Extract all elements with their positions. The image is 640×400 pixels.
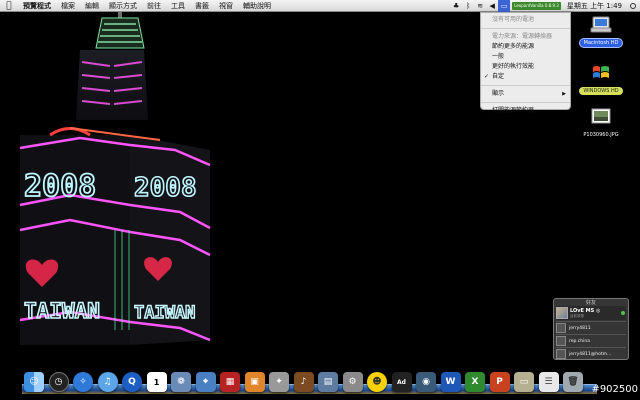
hard-drive-icon bbox=[590, 16, 612, 33]
contact-avatar bbox=[556, 336, 566, 346]
menu-window[interactable]: 視窗 bbox=[214, 0, 238, 12]
watermark: #902500 bbox=[591, 384, 638, 395]
contact-row[interactable]: jerry4811 bbox=[556, 321, 626, 334]
menu-separator bbox=[481, 28, 570, 29]
itunes-icon[interactable]: ♫ bbox=[97, 372, 118, 392]
contact-row[interactable]: rep.china bbox=[556, 334, 626, 347]
menu-bookmarks[interactable]: 書籤 bbox=[190, 0, 214, 12]
iphoto-icon[interactable]: ❁ bbox=[171, 372, 191, 392]
finder-icon[interactable]: ☺ bbox=[24, 372, 44, 392]
contact-avatar bbox=[556, 349, 566, 359]
windows-logo-icon bbox=[593, 66, 609, 78]
menu-separator bbox=[481, 85, 570, 86]
battery-dropdown-menu: 沒有可用的電池 電力來源：電源轉換器 節約更多的能源 一般 更好的執行效能 ✓ 自… bbox=[480, 12, 571, 114]
menu-item-better-battery[interactable]: 節約更多的能源 bbox=[481, 42, 570, 52]
menu-view[interactable]: 顯示方式 bbox=[104, 0, 142, 12]
checkmark-icon: ✓ bbox=[484, 73, 490, 80]
messenger-icon[interactable]: ☻ bbox=[367, 372, 387, 392]
tray-badge[interactable]: LeopardVanilla 0.8.9.3 bbox=[512, 2, 561, 10]
user-name: LOvE MS ◎ bbox=[570, 307, 601, 314]
volume-icon[interactable]: ◀ bbox=[486, 0, 498, 12]
powerpoint-icon[interactable]: P bbox=[489, 372, 510, 392]
contact-avatar bbox=[556, 323, 566, 333]
desktop-icon-jpg-file[interactable]: P1030960.JPG bbox=[574, 108, 628, 138]
submenu-arrow-icon: ▶ bbox=[562, 91, 566, 97]
photo-booth-icon[interactable]: ▦ bbox=[220, 372, 240, 392]
current-user[interactable]: LOvE MS ◎ 目前狀態 bbox=[556, 306, 626, 320]
menu-item-power-source: 電力來源：電源轉換器 bbox=[492, 33, 553, 40]
spotlight-icon[interactable] bbox=[626, 0, 640, 12]
battery-icon[interactable]: ▭ bbox=[498, 0, 511, 12]
menu-item-custom[interactable]: ✓ 自定 bbox=[481, 72, 570, 82]
contact-name: rep.china bbox=[569, 338, 590, 344]
camera-icon[interactable]: ◉ bbox=[416, 372, 436, 392]
desktop-label-windows-hd: WINDOWS HD bbox=[579, 87, 623, 95]
menu-clock[interactable]: 星期五 上午 1:49 bbox=[563, 0, 626, 12]
messenger-buddy-panel: 好友 LOvE MS ◎ 目前狀態 jerry4811 rep.china je… bbox=[553, 298, 629, 360]
adium-icon[interactable]: Ad bbox=[391, 372, 412, 392]
desktop-icon-macintosh-hd[interactable]: Macintosh HD bbox=[574, 16, 628, 48]
sign-country-left: TAIWAN bbox=[24, 299, 100, 323]
excel-icon[interactable]: X bbox=[465, 372, 485, 392]
trash-icon[interactable]: 🗑 bbox=[563, 372, 583, 392]
sign-country-right: TAIWAN bbox=[134, 303, 195, 323]
menu-item-show[interactable]: 顯示 ▶ bbox=[481, 89, 570, 99]
safari-icon[interactable]: ✧ bbox=[73, 372, 93, 392]
spaces-icon[interactable]: ▤ bbox=[318, 372, 338, 392]
online-status-icon bbox=[621, 311, 625, 315]
contact-row[interactable]: jerry4811@hotm... bbox=[556, 347, 626, 360]
garageband-icon[interactable]: ♪ bbox=[293, 372, 314, 392]
sign-year-left: 2008 bbox=[24, 169, 96, 204]
menu-item-open-energy-saver[interactable]: 打開能源節約器… bbox=[481, 106, 570, 116]
dock: ☺ ◷ ✧ ♫ Q 1 ❁ ⌖ ▦ ▣ ✦ ♪ ▤ ⚙ ☻ Ad ◉ W X P… bbox=[24, 366, 604, 392]
menu-item-better-performance[interactable]: 更好的執行效能 bbox=[481, 62, 570, 72]
contact-name: jerry4811@hotm... bbox=[569, 351, 612, 357]
word-icon[interactable]: W bbox=[440, 372, 461, 392]
menu-separator bbox=[481, 102, 570, 103]
avatar bbox=[556, 307, 568, 319]
quicktime-icon[interactable]: Q bbox=[122, 372, 142, 392]
dashboard-icon[interactable]: ◷ bbox=[48, 372, 69, 392]
wifi-icon[interactable]: ≋ bbox=[474, 0, 486, 12]
user-status: 目前狀態 bbox=[570, 313, 584, 318]
desktop-icon-windows-hd[interactable]: WINDOWS HD bbox=[574, 64, 628, 95]
bluetooth-icon[interactable]: ᛒ bbox=[462, 0, 474, 12]
apple-menu-icon[interactable]:  bbox=[0, 1, 18, 11]
image-file-icon bbox=[591, 108, 611, 124]
desktop-label-jpg: P1030960.JPG bbox=[583, 132, 619, 138]
ical-icon[interactable]: 1 bbox=[146, 372, 167, 392]
contact-name: jerry4811 bbox=[569, 325, 591, 331]
menu-app-name[interactable]: 預覽程式 bbox=[18, 0, 56, 12]
sign-year-right: 2008 bbox=[134, 173, 197, 203]
preview-icon[interactable]: ⌖ bbox=[195, 372, 216, 392]
system-preferences-icon[interactable]: ⚙ bbox=[342, 372, 363, 392]
menu-tools[interactable]: 工具 bbox=[166, 0, 190, 12]
imovie-icon[interactable]: ✦ bbox=[269, 372, 289, 392]
menu-file[interactable]: 檔案 bbox=[56, 0, 80, 12]
menu-item-normal[interactable]: 一般 bbox=[481, 52, 570, 62]
desktop-icon[interactable]: ▭ bbox=[514, 372, 534, 392]
desktop-label-mac-hd: Macintosh HD bbox=[578, 38, 624, 48]
menu-bar:  預覽程式 檔案 編輯 顯示方式 前往 工具 書籤 視窗 輔助說明 ♣ ᛒ ≋… bbox=[0, 0, 640, 12]
menu-edit[interactable]: 編輯 bbox=[80, 0, 104, 12]
msn-tray-icon[interactable]: ♣ bbox=[450, 0, 462, 12]
taipei-101-wallpaper: 2008 2008 TAIWAN TAIWAN bbox=[19, 0, 211, 345]
menu-item-no-battery: 沒有可用的電池 bbox=[492, 16, 535, 23]
iphoto2-icon[interactable]: ▣ bbox=[244, 372, 265, 392]
menu-help[interactable]: 輔助說明 bbox=[238, 0, 276, 12]
stack-icon[interactable]: ☰ bbox=[538, 372, 559, 392]
menu-extras: ♣ ᛒ ≋ ◀ ▭ LeopardVanilla 0.8.9.3 星期五 上午 … bbox=[450, 0, 640, 12]
menu-go[interactable]: 前往 bbox=[142, 0, 166, 12]
